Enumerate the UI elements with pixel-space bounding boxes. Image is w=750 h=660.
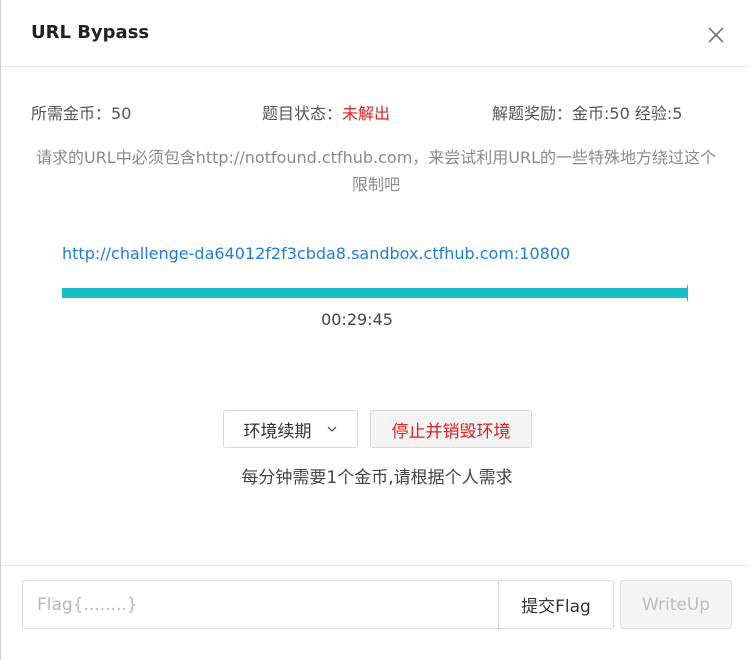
writeup-button[interactable]: WriteUp: [620, 580, 732, 629]
renew-environment-button[interactable]: 环境续期: [223, 410, 358, 448]
cost-note: 每分钟需要1个金币,请根据个人需求: [241, 468, 513, 488]
modal-header: URL Bypass: [1, 0, 749, 67]
coins-required: 所需金币：50: [31, 100, 131, 124]
time-remaining: 00:29:45: [321, 310, 393, 329]
challenge-url-link[interactable]: http://challenge-da64012f2f3cbda8.sandbo…: [62, 244, 570, 263]
status-badge: 未解出: [342, 104, 391, 123]
coins-label: 所需金币：: [31, 104, 112, 123]
coins-value: 50: [111, 104, 132, 123]
renew-label: 环境续期: [243, 421, 312, 442]
close-icon[interactable]: [705, 24, 727, 46]
submit-flag-button[interactable]: 提交Flag: [498, 580, 614, 629]
challenge-modal: URL Bypass 所需金币：50 题目状态：未解出 解题奖励：金币:50 经…: [0, 0, 749, 660]
challenge-status: 题目状态：未解出: [262, 100, 390, 124]
chevron-down-icon: [327, 426, 336, 432]
progress-end-marker: [687, 285, 689, 301]
time-progress-bar: [62, 288, 688, 298]
challenge-description: 请求的URL中必须包含http://notfound.ctfhub.com，来尝…: [35, 148, 717, 194]
challenge-reward: 解题奖励：金币:50 经验:5: [492, 100, 682, 124]
status-label: 题目状态：: [262, 104, 343, 123]
reward-value: 金币:50 经验:5: [572, 104, 683, 123]
modal-title: URL Bypass: [31, 22, 150, 43]
destroy-environment-button[interactable]: 停止并销毁环境: [370, 410, 532, 448]
time-progress-fill: [62, 288, 688, 298]
flag-input[interactable]: [22, 580, 499, 629]
reward-label: 解题奖励：: [492, 104, 573, 123]
